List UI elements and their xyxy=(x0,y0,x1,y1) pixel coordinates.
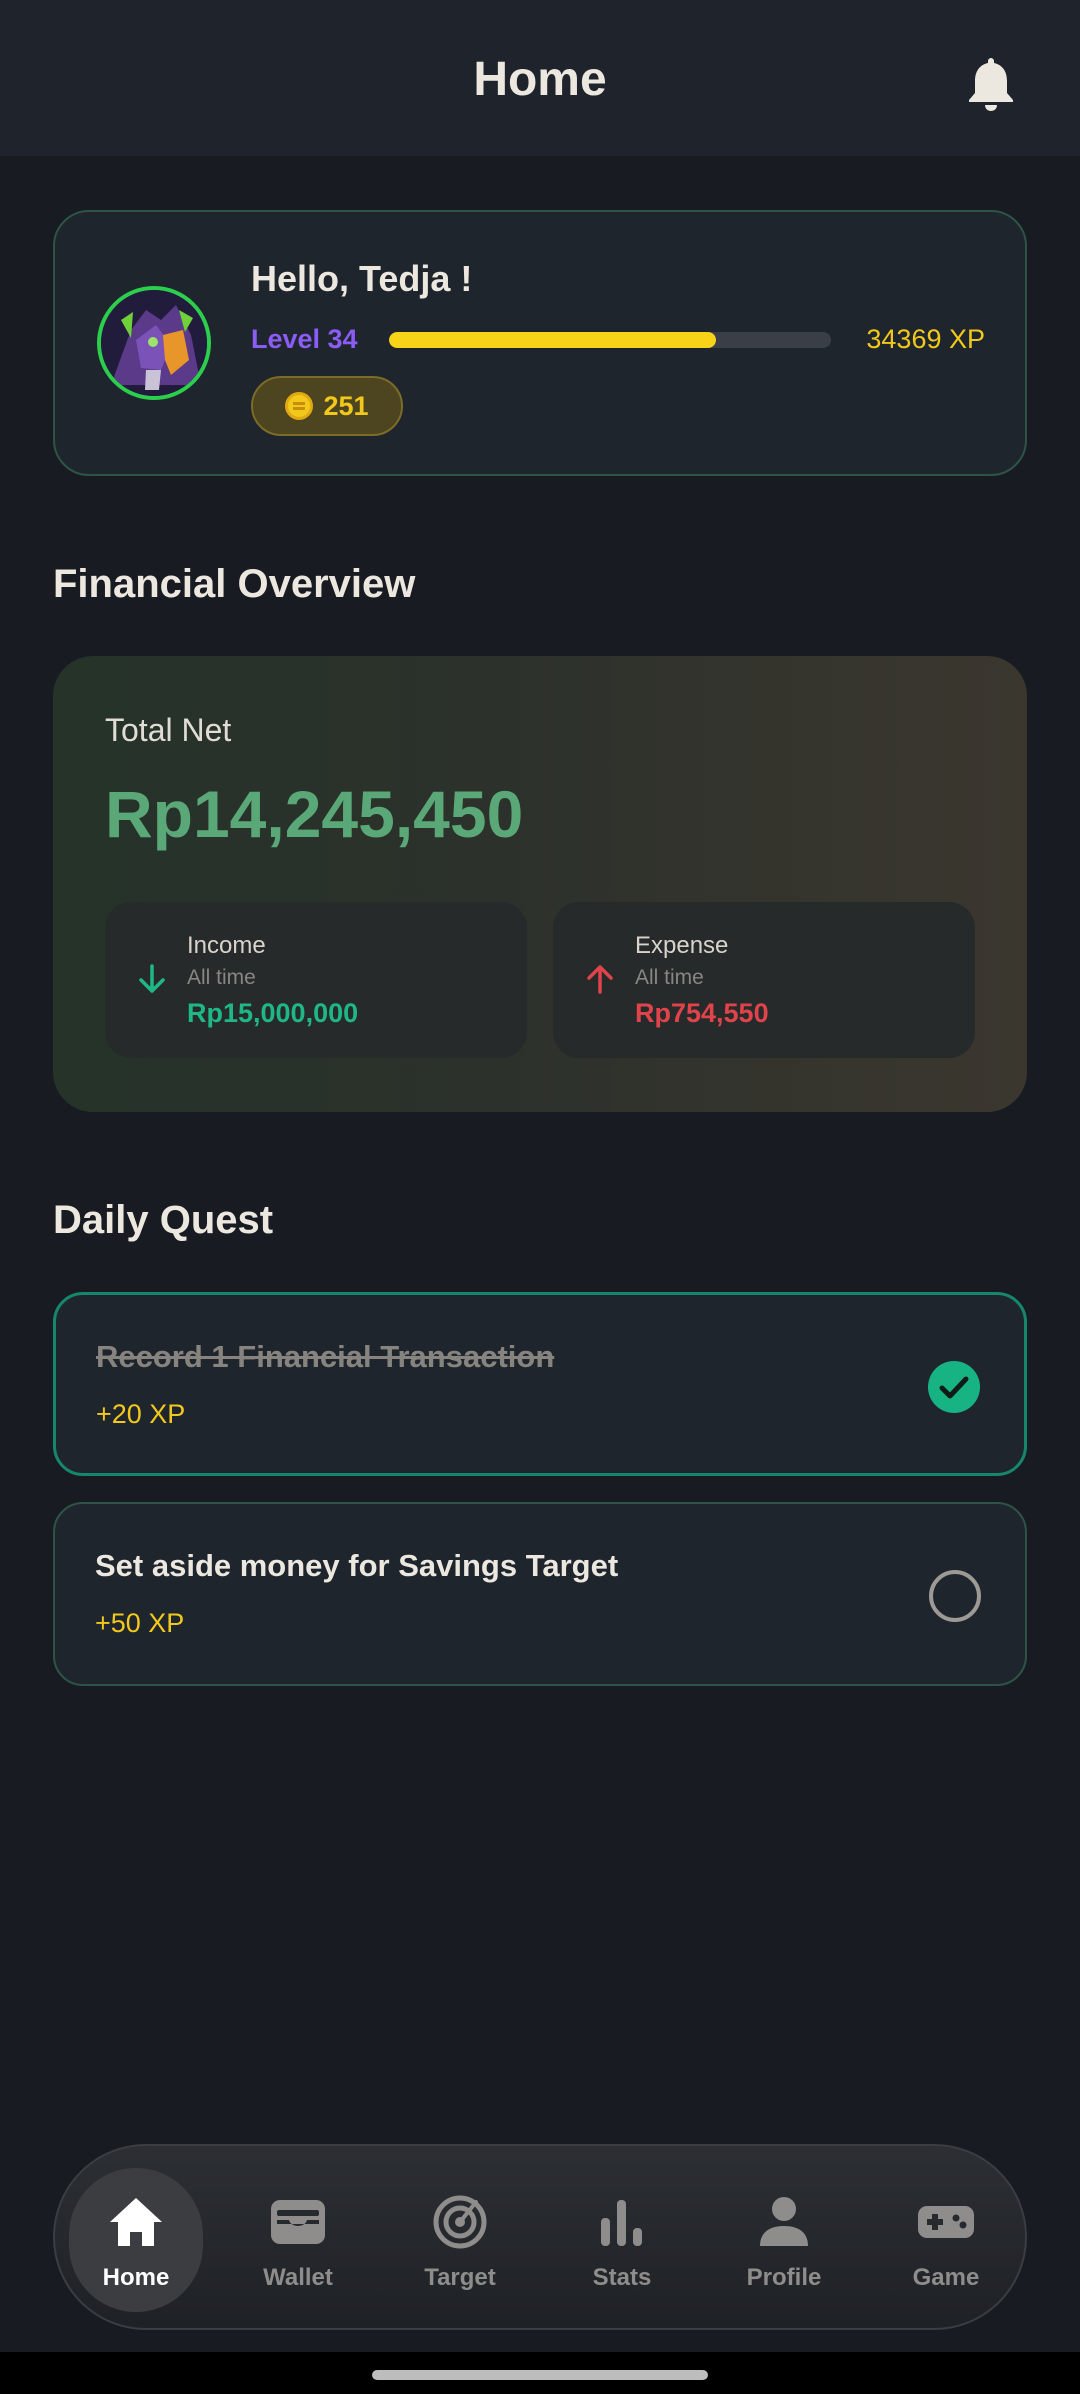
expense-value: Rp754,550 xyxy=(635,998,769,1028)
system-navigation-bar xyxy=(0,2352,1080,2394)
gamepad-icon xyxy=(918,2206,974,2238)
quest-title: Set aside money for Savings Target xyxy=(95,1548,619,1583)
home-icon xyxy=(110,2198,162,2246)
income-label: Income xyxy=(187,932,266,959)
target-icon xyxy=(433,2195,487,2249)
arrow-down-icon xyxy=(139,964,165,993)
bell-icon[interactable] xyxy=(964,54,1018,112)
total-net-value: Rp14,245,450 xyxy=(105,777,524,851)
expense-label: Expense xyxy=(635,932,729,959)
income-value: Rp15,000,000 xyxy=(187,998,359,1028)
xp-label: 34369 XP xyxy=(866,324,985,354)
check-circle-icon[interactable] xyxy=(928,1361,980,1413)
income-card[interactable]: Income All time Rp15,000,000 xyxy=(105,902,527,1058)
xp-progress-bar xyxy=(389,332,831,348)
page-title: Home xyxy=(473,53,607,106)
greeting-text: Hello, Tedja ! xyxy=(251,258,473,299)
nav-label: Home xyxy=(102,2264,170,2291)
person-icon xyxy=(760,2197,808,2246)
daily-quest-heading: Daily Quest xyxy=(53,1198,274,1242)
avatar[interactable] xyxy=(97,286,211,400)
expense-period: All time xyxy=(635,966,704,989)
nav-label: Profile xyxy=(746,2264,822,2291)
coin-balance-badge[interactable]: 251 xyxy=(251,376,403,436)
top-app-bar: Home xyxy=(0,0,1080,156)
income-period: All time xyxy=(187,966,256,989)
level-label: Level 34 xyxy=(251,324,358,354)
nav-label: Stats xyxy=(592,2264,652,2291)
avatar-image xyxy=(101,290,207,396)
financial-overview-card[interactable]: Total Net Rp14,245,450 Income All time R… xyxy=(53,656,1027,1112)
radio-circle-icon[interactable] xyxy=(929,1570,981,1622)
home-indicator[interactable] xyxy=(372,2370,708,2380)
wallet-icon xyxy=(271,2200,325,2244)
arrow-up-icon xyxy=(587,965,613,994)
nav-item-stats[interactable]: Stats xyxy=(555,2168,689,2312)
quest-xp-reward: +50 XP xyxy=(95,1608,185,1638)
profile-card[interactable]: Hello, Tedja ! Level 34 34369 XP 251 xyxy=(53,210,1027,476)
bottom-navigation: Home Wallet Target Stats Profile Game xyxy=(53,2144,1027,2330)
quest-card[interactable]: Set aside money for Savings Target +50 X… xyxy=(53,1502,1027,1686)
expense-card[interactable]: Expense All time Rp754,550 xyxy=(553,902,975,1058)
nav-item-game[interactable]: Game xyxy=(879,2168,1013,2312)
nav-label: Game xyxy=(912,2264,980,2291)
xp-progress-fill xyxy=(389,332,717,348)
quest-title: Record 1 Financial Transaction xyxy=(96,1339,555,1374)
quest-xp-reward: +20 XP xyxy=(96,1399,186,1429)
app-screen: Home Hello, Tedja ! Level 34 34369 XP 25… xyxy=(0,0,1080,2394)
coin-count: 251 xyxy=(323,390,369,421)
quest-card[interactable]: Record 1 Financial Transaction +20 XP xyxy=(53,1292,1027,1476)
nav-item-target[interactable]: Target xyxy=(393,2168,527,2312)
nav-label: Target xyxy=(424,2264,496,2291)
nav-label: Wallet xyxy=(263,2264,333,2291)
coin-icon xyxy=(285,392,314,420)
nav-item-home[interactable]: Home xyxy=(69,2168,203,2312)
bar-chart-icon xyxy=(601,2200,642,2246)
nav-item-wallet[interactable]: Wallet xyxy=(231,2168,365,2312)
total-net-label: Total Net xyxy=(105,712,232,748)
financial-overview-heading: Financial Overview xyxy=(53,562,416,606)
nav-item-profile[interactable]: Profile xyxy=(717,2168,851,2312)
